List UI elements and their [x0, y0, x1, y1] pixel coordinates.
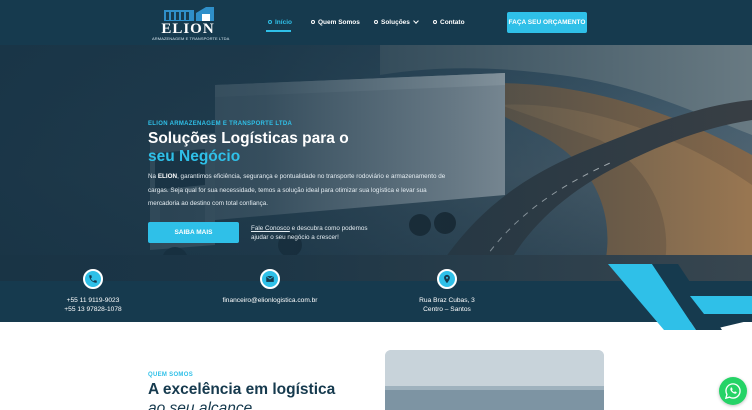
location-pin-icon — [444, 274, 450, 284]
whatsapp-button[interactable] — [719, 377, 747, 405]
nav-item-label: Contato — [440, 18, 465, 26]
whatsapp-icon — [724, 383, 741, 400]
chevron-down-icon — [413, 17, 419, 24]
hero-title-line1: Soluções Logísticas para o — [148, 130, 349, 147]
contact-address: Rua Braz Cubas, 3 Centro – Santos — [407, 296, 487, 315]
nav-dot-icon — [311, 20, 315, 24]
hero-eyebrow: ELION ARMAZENAGEM E TRANSPORTE LTDA — [148, 121, 293, 127]
hero-desc-text: , garantimos eficiência, segurança e pon… — [148, 173, 446, 208]
phone-icon — [89, 275, 97, 283]
nav-dot-icon — [433, 20, 437, 24]
hero-description: Na ELION, garantimos eficiência, seguran… — [148, 170, 448, 211]
mail-icon-badge — [260, 269, 280, 289]
nav-item-quem-somos[interactable]: Quem Somos — [311, 16, 360, 28]
contact-us-link[interactable]: Fale Conosco — [251, 225, 290, 232]
phone-number-1[interactable]: +55 11 9119-9023 — [53, 296, 133, 305]
nav-item-label: Quem Somos — [318, 18, 360, 26]
site-header: ELION ARMAZENAGEM E TRANSPORTE LTDA Iníc… — [0, 0, 752, 45]
nav-item-label: Início — [275, 18, 292, 26]
decorative-stripes — [608, 264, 752, 330]
brand-logo[interactable]: ELION ARMAZENAGEM E TRANSPORTE LTDA — [152, 5, 230, 41]
address-line-1: Rua Braz Cubas, 3 — [419, 297, 475, 304]
hero-contact-note: Fale Conosco e descubra como podemos aju… — [251, 224, 381, 242]
active-nav-indicator — [266, 30, 291, 32]
request-quote-button[interactable]: FAÇA SEU ORÇAMENTO — [507, 12, 587, 33]
nav-item-label: Soluções — [381, 18, 410, 26]
hero-overlay — [0, 45, 752, 281]
about-title: A excelência em logística ao seu alcance — [148, 380, 335, 410]
brand-tagline: ARMAZENAGEM E TRANSPORTE LTDA — [152, 36, 230, 41]
location-icon-badge — [437, 269, 457, 289]
hero-title: Soluções Logísticas para o seu Negócio — [148, 130, 349, 166]
about-eyebrow: QUEM SOMOS — [148, 372, 194, 378]
hero-title-highlight: seu Negócio — [148, 148, 241, 165]
address-line-2: Centro – Santos — [423, 306, 471, 314]
about-image-scene — [385, 350, 604, 410]
mail-icon — [265, 275, 275, 282]
nav-dot-icon — [374, 20, 378, 24]
hero-desc-brand: ELION — [157, 173, 178, 180]
hero-section — [0, 45, 752, 281]
nav-item-contato[interactable]: Contato — [433, 16, 465, 28]
hero-desc-prefix: Na — [148, 173, 157, 180]
contact-phones: +55 11 9119-9023 +55 13 97828-1078 — [53, 296, 133, 315]
learn-more-button[interactable]: SAIBA MAIS — [148, 222, 239, 243]
warehouse-truck-icon — [164, 7, 214, 21]
about-title-line2: ao seu alcance — [148, 400, 253, 410]
about-title-line1: A excelência em logística — [148, 381, 336, 398]
nav-item-inicio[interactable]: Início — [268, 16, 292, 28]
nav-dot-icon — [268, 20, 272, 24]
nav-item-solucoes[interactable]: Soluções — [374, 16, 419, 28]
phone-icon-badge — [83, 269, 103, 289]
email-address[interactable]: financeiro@elionlogistica.com.br — [210, 296, 330, 305]
phone-number-2[interactable]: +55 13 97828-1078 — [53, 305, 133, 314]
contact-email: financeiro@elionlogistica.com.br — [210, 296, 330, 305]
about-image — [385, 350, 604, 410]
